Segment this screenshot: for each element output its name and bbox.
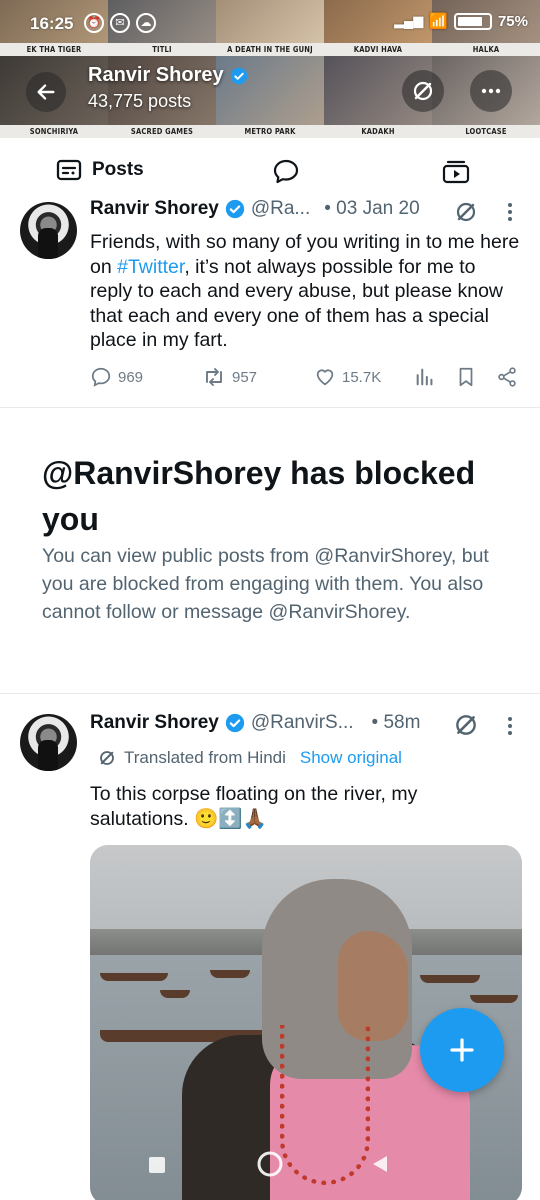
bookmark-icon xyxy=(459,367,473,387)
tweet-text: Friends, with so many of you writing in … xyxy=(90,231,520,351)
tab-posts-label: Posts xyxy=(92,159,144,180)
back-nav-button[interactable] xyxy=(370,1154,390,1179)
header-profile-name-row: Ranvir Shorey xyxy=(88,64,248,87)
tweet-actions: 969 957 15.7K xyxy=(90,366,520,396)
posts-icon xyxy=(56,159,82,181)
compose-post-button[interactable] xyxy=(420,1008,504,1092)
photo-boat xyxy=(160,990,190,998)
share-icon xyxy=(498,367,516,387)
tab-posts[interactable]: Posts xyxy=(56,158,144,182)
show-original-link[interactable]: Show original xyxy=(300,748,402,768)
reply-bubble-icon xyxy=(273,159,299,184)
battery-level: 75% xyxy=(497,12,528,30)
tab-replies[interactable] xyxy=(272,158,300,184)
tweet-author-handle[interactable]: @Ra... xyxy=(251,198,310,220)
heart-icon xyxy=(316,369,334,386)
avatar[interactable] xyxy=(20,202,77,259)
share-button[interactable] xyxy=(496,366,518,388)
verified-badge-icon xyxy=(225,713,244,733)
plus-icon xyxy=(450,1038,474,1062)
tweet-author-name[interactable]: Ranvir Shorey xyxy=(90,712,219,734)
verified-badge-icon xyxy=(225,199,244,219)
grok-button[interactable] xyxy=(402,70,444,112)
repost-count: 957 xyxy=(232,368,258,386)
like-count: 15.7K xyxy=(342,368,382,386)
grok-icon xyxy=(413,81,433,101)
tweet-text: To this corpse floating on the river, my… xyxy=(90,783,418,830)
tab-media[interactable] xyxy=(442,158,470,184)
repost-icon xyxy=(206,368,222,386)
notification-icons: ⏰ ✉ ☁ xyxy=(84,13,156,33)
system-navigation-bar xyxy=(0,1140,540,1200)
home-button[interactable] xyxy=(256,1150,284,1183)
triangle-back-icon xyxy=(373,1156,387,1172)
photo-boat xyxy=(470,995,518,1003)
photo-boat xyxy=(100,973,168,981)
reply-count: 969 xyxy=(118,368,144,386)
like-button[interactable]: 15.7K xyxy=(314,366,381,388)
grok-icon[interactable] xyxy=(454,200,478,224)
status-bar: 16:25 ⏰ ✉ ☁ ▂▄▆ 📶 75% xyxy=(0,0,540,44)
divider xyxy=(0,407,540,408)
status-right: ▂▄▆ 📶 75% xyxy=(394,12,528,30)
more-vertical-icon[interactable] xyxy=(505,200,515,224)
profile-header-banner: EK THA TIGER TITLI A DEATH IN THE GUNJ K… xyxy=(0,0,540,138)
repost-button[interactable]: 957 xyxy=(202,366,257,388)
blocked-notice-description: You can view public posts from @RanvirSh… xyxy=(42,545,489,623)
tweet-author-handle[interactable]: @RanvirS... xyxy=(251,712,354,734)
header-profile-name: Ranvir Shorey xyxy=(88,64,224,86)
translation-row: Translated from Hindi Show original xyxy=(98,748,402,768)
verified-badge-icon xyxy=(230,67,247,84)
header-post-count: 43,775 posts xyxy=(88,91,192,111)
tweet-timestamp[interactable]: • 58m xyxy=(372,712,421,734)
reply-button[interactable]: 969 xyxy=(90,366,143,388)
tweet-header: Ranvir Shorey @Ra... • 03 Jan 20 xyxy=(90,198,420,220)
arrow-left-icon xyxy=(37,84,55,100)
recents-button[interactable] xyxy=(148,1156,166,1179)
alarm-icon: ⏰ xyxy=(84,13,104,33)
battery-icon xyxy=(453,12,492,30)
bookmark-button[interactable] xyxy=(456,366,476,388)
message-icon: ✉ xyxy=(110,13,130,33)
tweet-header: Ranvir Shorey @RanvirS... • 58m xyxy=(90,712,420,734)
signal-icon: ▂▄▆ xyxy=(394,13,424,28)
status-time: 16:25 xyxy=(30,14,74,33)
hashtag-link[interactable]: #Twitter xyxy=(117,256,184,278)
square-icon xyxy=(149,1157,165,1173)
more-horizontal-icon xyxy=(481,88,501,94)
grok-icon xyxy=(100,751,114,765)
avatar[interactable] xyxy=(20,714,77,771)
reply-icon xyxy=(91,367,111,387)
more-vertical-icon[interactable] xyxy=(505,714,515,738)
back-button[interactable] xyxy=(26,72,66,112)
more-options-button[interactable] xyxy=(470,70,512,112)
analytics-icon xyxy=(416,368,433,386)
wifi-icon: 📶 xyxy=(429,13,448,30)
tweet-author-name[interactable]: Ranvir Shorey xyxy=(90,198,219,220)
views-button[interactable] xyxy=(414,366,436,388)
translated-label: Translated from Hindi xyxy=(124,748,286,767)
circle-icon xyxy=(257,1151,283,1177)
photo-boat xyxy=(420,975,480,983)
grok-icon[interactable] xyxy=(453,712,479,738)
blocked-notice-title: @RanvirShorey has blocked you xyxy=(42,455,476,537)
weather-icon: ☁ xyxy=(136,13,156,33)
tweet-timestamp[interactable]: • 03 Jan 20 xyxy=(324,198,419,220)
video-icon xyxy=(442,160,470,184)
photo-boat xyxy=(210,970,250,978)
